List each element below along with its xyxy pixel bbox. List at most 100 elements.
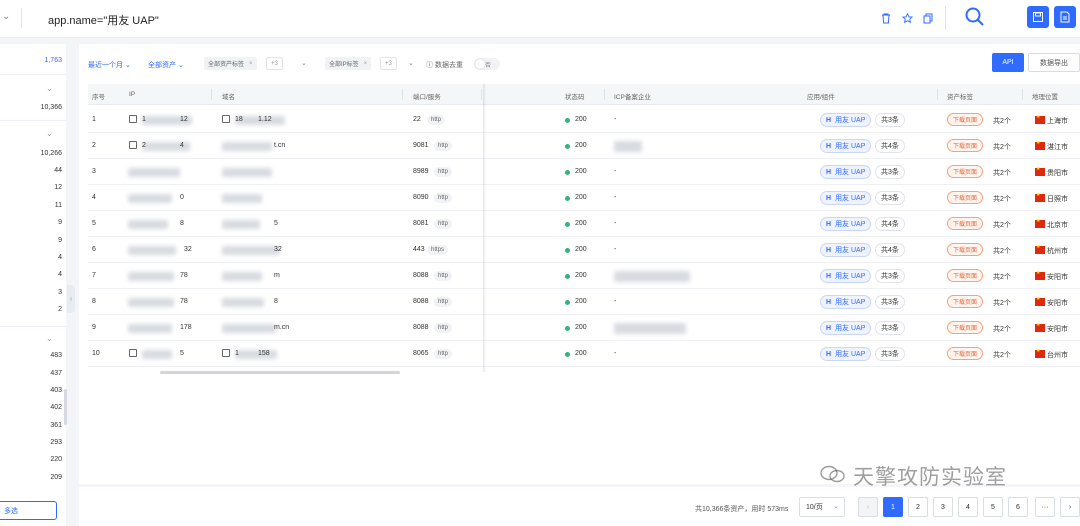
- sidebar-count[interactable]: 483: [0, 352, 62, 359]
- table-row[interactable]: 224t.cn9081http200H用友 UAP共4条下载页面共2个湛江市: [88, 133, 1080, 159]
- tag-count[interactable]: 共2个: [993, 220, 1011, 230]
- sidebar-count[interactable]: 1,763: [0, 57, 62, 64]
- app-count[interactable]: 共3条: [875, 191, 905, 205]
- domain-prefix[interactable]: 1: [235, 350, 239, 357]
- tag-count[interactable]: 共2个: [993, 272, 1011, 282]
- domain-suffix[interactable]: 32: [274, 246, 282, 253]
- app-tag[interactable]: H 用友 UAP: [820, 113, 872, 127]
- sidebar-count[interactable]: 10,266: [0, 150, 62, 157]
- service-tag[interactable]: http: [434, 167, 453, 177]
- ip-suffix[interactable]: 5: [180, 350, 184, 357]
- service-tag[interactable]: https: [427, 245, 449, 255]
- app-tag[interactable]: H 用友 UAP: [820, 295, 872, 309]
- port[interactable]: 8088: [413, 324, 429, 331]
- ip-prefix[interactable]: 2: [142, 142, 146, 149]
- sidebar-count[interactable]: 437: [0, 370, 62, 377]
- tag-count[interactable]: 共2个: [993, 324, 1011, 334]
- asset-tag[interactable]: 下载页面: [947, 217, 984, 230]
- sidebar-count[interactable]: 209: [0, 474, 62, 481]
- app-tag[interactable]: H 用友 UAP: [820, 165, 872, 179]
- asset-tag[interactable]: 下载页面: [947, 165, 984, 178]
- ip-suffix[interactable]: 78: [180, 298, 188, 305]
- app-tag[interactable]: H 用友 UAP: [820, 191, 872, 205]
- ip-suffix[interactable]: 78: [180, 272, 188, 279]
- app-count[interactable]: 共4条: [875, 217, 905, 231]
- tag-count[interactable]: 共2个: [993, 142, 1011, 152]
- app-count[interactable]: 共3条: [875, 269, 905, 283]
- chevron-down-icon[interactable]: ⌄: [46, 84, 53, 93]
- horizontal-scrollbar[interactable]: [160, 371, 400, 374]
- more-pages-button[interactable]: ···: [1035, 497, 1055, 517]
- app-tag[interactable]: H 用友 UAP: [820, 347, 872, 361]
- asset-tag[interactable]: 下载页面: [947, 295, 984, 308]
- app-count[interactable]: 共4条: [875, 243, 905, 257]
- port[interactable]: 8989: [413, 168, 429, 175]
- sidebar-count[interactable]: 12: [0, 184, 62, 191]
- document-icon[interactable]: [1054, 6, 1076, 28]
- table-row[interactable]: 87888088http200-H用友 UAP共3条下载页面共2个安阳市: [88, 289, 1080, 315]
- app-tag[interactable]: H 用友 UAP: [820, 217, 872, 231]
- domain-suffix[interactable]: t.cn: [274, 142, 285, 149]
- page-button-6[interactable]: 6: [1008, 497, 1028, 517]
- asset-tag[interactable]: 下载页面: [947, 347, 984, 360]
- app-tag[interactable]: H 用友 UAP: [820, 321, 872, 335]
- table-row[interactable]: 778m8088http200H用友 UAP共3条下载页面共2个安阳市: [88, 263, 1080, 289]
- search-icon[interactable]: [963, 5, 987, 29]
- service-tag[interactable]: http: [427, 115, 446, 125]
- ip-suffix[interactable]: 32: [184, 246, 192, 253]
- page-button-3[interactable]: 3: [933, 497, 953, 517]
- multi-select-button[interactable]: 多选: [0, 501, 57, 520]
- sidebar-count[interactable]: 220: [0, 456, 62, 463]
- sidebar-count[interactable]: 4: [0, 254, 62, 261]
- domain-prefix[interactable]: 18: [235, 116, 243, 123]
- asset-tag[interactable]: 下载页面: [947, 113, 984, 126]
- search-query-input[interactable]: app.name="用友 UAP": [48, 12, 159, 28]
- table-row[interactable]: 1112181.1222http200-H用友 UAP共3条下载页面共2个上海市: [88, 107, 1080, 133]
- asset-tag[interactable]: 下载页面: [947, 191, 984, 204]
- domain-suffix[interactable]: 5: [274, 220, 278, 227]
- sidebar-scrollbar[interactable]: [64, 389, 67, 425]
- tag-count[interactable]: 共2个: [993, 168, 1011, 178]
- asset-tag[interactable]: 下载页面: [947, 321, 984, 334]
- next-page-button[interactable]: ›: [1060, 497, 1080, 517]
- sidebar-count[interactable]: 11: [0, 202, 62, 209]
- prev-page-button[interactable]: ‹: [858, 497, 878, 517]
- sidebar-count[interactable]: 4: [0, 271, 62, 278]
- table-row[interactable]: 10511588065http200-H用友 UAP共3条下载页面共2个台州市: [88, 341, 1080, 367]
- asset-tag[interactable]: 下载页面: [947, 269, 984, 282]
- domain-suffix[interactable]: 158: [258, 350, 270, 357]
- page-button-1[interactable]: 1: [883, 497, 903, 517]
- star-icon[interactable]: [900, 11, 914, 25]
- page-button-5[interactable]: 5: [983, 497, 1003, 517]
- app-count[interactable]: 共3条: [875, 165, 905, 179]
- sidebar-count[interactable]: 2: [0, 306, 62, 313]
- ip-suffix[interactable]: 0: [180, 194, 184, 201]
- ip-suffix[interactable]: 8: [180, 220, 184, 227]
- chevron-down-icon[interactable]: ⌄: [46, 129, 53, 138]
- port[interactable]: 9081: [413, 142, 429, 149]
- sidebar-count[interactable]: 293: [0, 439, 62, 446]
- app-count[interactable]: 共3条: [875, 113, 905, 127]
- port[interactable]: 8088: [413, 272, 429, 279]
- tag-count[interactable]: 共2个: [993, 116, 1011, 126]
- ip-suffix[interactable]: 178: [180, 324, 192, 331]
- save-icon[interactable]: [1027, 6, 1049, 28]
- app-tag[interactable]: H 用友 UAP: [820, 139, 872, 153]
- app-count[interactable]: 共3条: [875, 321, 905, 335]
- app-tag[interactable]: H 用友 UAP: [820, 269, 872, 283]
- service-tag[interactable]: http: [434, 193, 453, 203]
- sidebar-count[interactable]: 361: [0, 422, 62, 429]
- service-tag[interactable]: http: [434, 219, 453, 229]
- service-tag[interactable]: http: [434, 141, 453, 151]
- domain-suffix[interactable]: m: [274, 272, 280, 279]
- trash-icon[interactable]: [879, 11, 893, 25]
- page-button-2[interactable]: 2: [908, 497, 928, 517]
- port[interactable]: 8088: [413, 298, 429, 305]
- app-count[interactable]: 共3条: [875, 347, 905, 361]
- ip-prefix[interactable]: 1: [142, 116, 146, 123]
- tag-count[interactable]: 共2个: [993, 350, 1011, 360]
- copy-icon[interactable]: [921, 11, 935, 25]
- collapse-sidebar-handle[interactable]: ‹: [67, 285, 75, 313]
- chevron-down-icon[interactable]: ⌄: [2, 11, 10, 22]
- table-row[interactable]: 5858081http200-H用友 UAP共4条下载页面共2个北京市: [88, 211, 1080, 237]
